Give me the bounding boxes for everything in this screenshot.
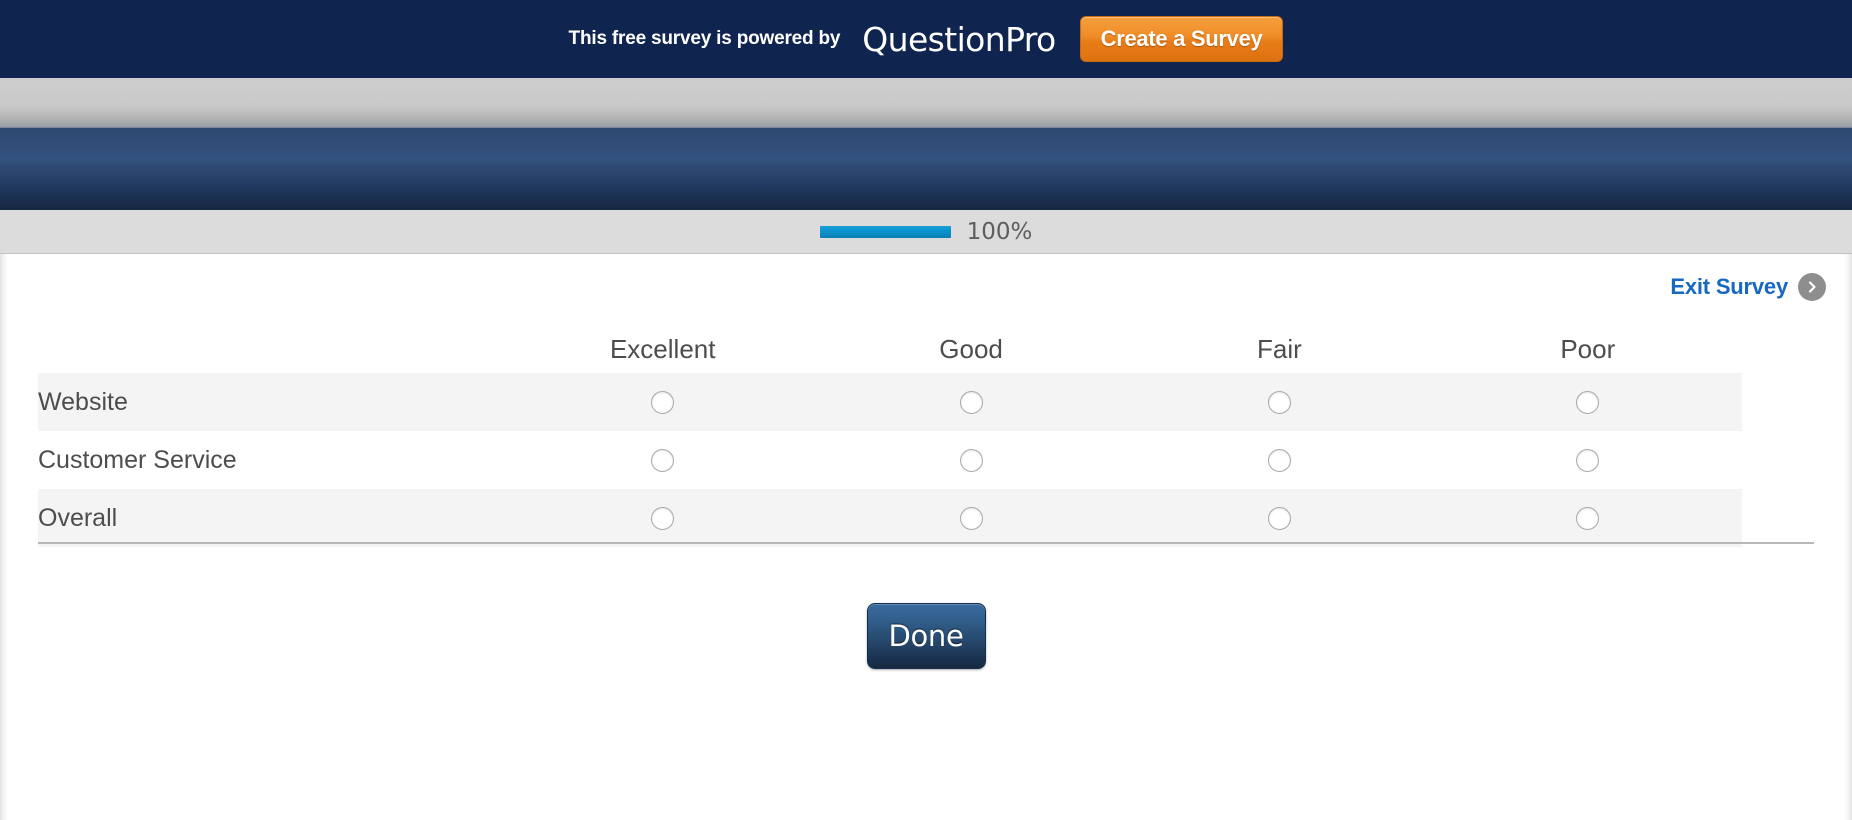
promo-text: This free survey is powered by (568, 28, 841, 49)
column-header-fair: Fair (1257, 334, 1302, 364)
gray-spacer-band (0, 78, 1852, 128)
questionpro-logo: QuestionPro (862, 19, 1056, 59)
survey-content-panel: Exit Survey Excellent Good Fair Poor Web… (0, 253, 1852, 820)
radio-cell-customer-service-fair[interactable] (1125, 431, 1433, 489)
radio-cell-overall-excellent[interactable] (508, 489, 817, 547)
radio-cell-website-poor[interactable] (1433, 373, 1742, 431)
chevron-right-icon (1798, 273, 1826, 301)
radio-button[interactable] (959, 448, 983, 472)
radio-button[interactable] (1576, 448, 1600, 472)
progress-strip: 100% (0, 210, 1852, 253)
row-label-website: Website (38, 373, 509, 431)
column-header-excellent: Excellent (609, 334, 716, 364)
progress-percent-label: 100% (966, 218, 1033, 245)
radio-button[interactable] (1576, 506, 1600, 530)
matrix-corner-cell (38, 326, 509, 373)
radio-cell-overall-good[interactable] (816, 489, 1126, 547)
column-header-good: Good (939, 334, 1003, 364)
radio-button[interactable] (1267, 448, 1291, 472)
row-label-customer-service: Customer Service (38, 445, 237, 474)
promo-bar: This free survey is powered by QuestionP… (0, 0, 1852, 78)
table-row: Website (38, 373, 1742, 431)
radio-button[interactable] (1267, 390, 1291, 414)
radio-button[interactable] (959, 390, 983, 414)
section-divider (38, 542, 1814, 544)
radio-button[interactable] (651, 506, 675, 530)
radio-cell-customer-service-poor[interactable] (1434, 431, 1742, 489)
progress-bar (819, 225, 951, 238)
radio-cell-customer-service-good[interactable] (817, 431, 1125, 489)
row-label-overall: Overall (38, 489, 509, 547)
radio-cell-overall-poor[interactable] (1433, 489, 1742, 547)
radio-cell-overall-fair[interactable] (1125, 489, 1434, 547)
column-header-poor: Poor (1560, 334, 1616, 364)
table-row: Overall (38, 489, 1742, 547)
radio-cell-customer-service-excellent[interactable] (509, 431, 817, 489)
exit-survey-link[interactable]: Exit Survey (1670, 273, 1826, 301)
rating-matrix-table: Excellent Good Fair Poor Website Custome… (38, 326, 1742, 547)
exit-survey-label: Exit Survey (1670, 274, 1788, 299)
radio-cell-website-good[interactable] (816, 373, 1126, 431)
create-survey-button[interactable]: Create a Survey (1079, 16, 1284, 62)
radio-button[interactable] (1576, 390, 1600, 414)
survey-header-band (0, 128, 1852, 210)
form-actions: Done (0, 603, 1852, 669)
matrix-header-row: Excellent Good Fair Poor (38, 326, 1742, 373)
radio-cell-website-fair[interactable] (1125, 373, 1434, 431)
radio-cell-website-excellent[interactable] (508, 373, 817, 431)
radio-button[interactable] (1267, 506, 1291, 530)
table-row: Customer Service (38, 431, 1742, 489)
radio-button[interactable] (959, 506, 983, 530)
radio-button[interactable] (651, 448, 675, 472)
radio-button[interactable] (651, 390, 675, 414)
done-button[interactable]: Done (866, 603, 986, 669)
